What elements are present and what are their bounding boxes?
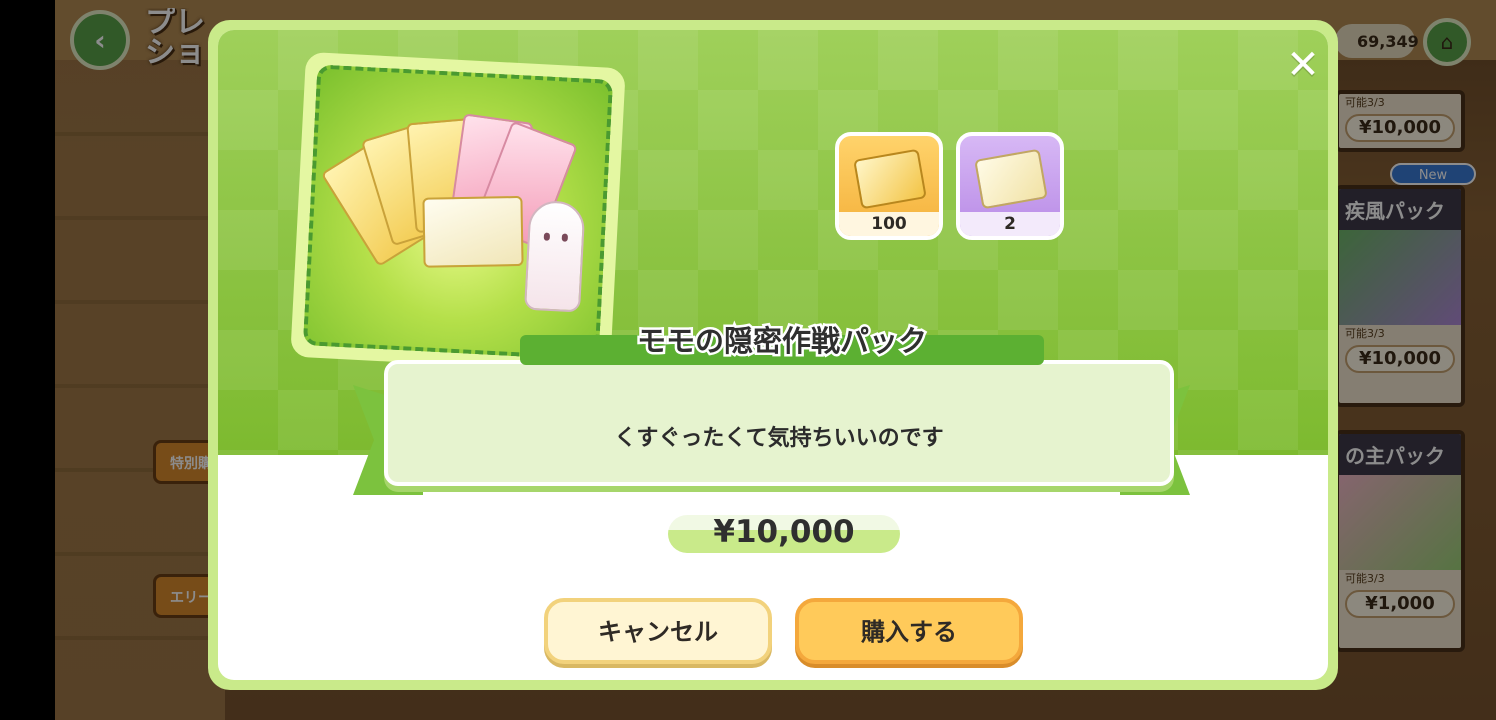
reward-item[interactable]: 2 (956, 132, 1064, 240)
reward-item[interactable]: 100 (835, 132, 943, 240)
pack-description: くすぐったくて気持ちいいのです (614, 426, 944, 451)
purchase-modal: ✕ 100 2 くすぐったくて気持ちいいのです モモの隠密作戦パック ¥10,0… (208, 20, 1338, 690)
item-count: 100 (839, 212, 939, 236)
buy-button[interactable]: 購入する (795, 598, 1023, 664)
gacha-ticket-icon (853, 148, 927, 210)
voucher-icon (974, 148, 1048, 210)
close-button[interactable]: ✕ (1280, 42, 1326, 88)
modal-body: ✕ 100 2 くすぐったくて気持ちいいのです モモの隠密作戦パック ¥10,0… (218, 30, 1328, 680)
close-icon: ✕ (1286, 42, 1320, 88)
item-count: 2 (960, 212, 1060, 236)
description-box: くすぐったくて気持ちいいのです (384, 360, 1174, 486)
cancel-button[interactable]: キャンセル (544, 598, 772, 664)
pack-title: モモの隠密作戦パック (634, 322, 929, 361)
voucher-icon (422, 195, 524, 268)
character-chibi (524, 199, 586, 313)
pack-image (302, 64, 614, 361)
pack-price: ¥10,000 (713, 514, 855, 550)
